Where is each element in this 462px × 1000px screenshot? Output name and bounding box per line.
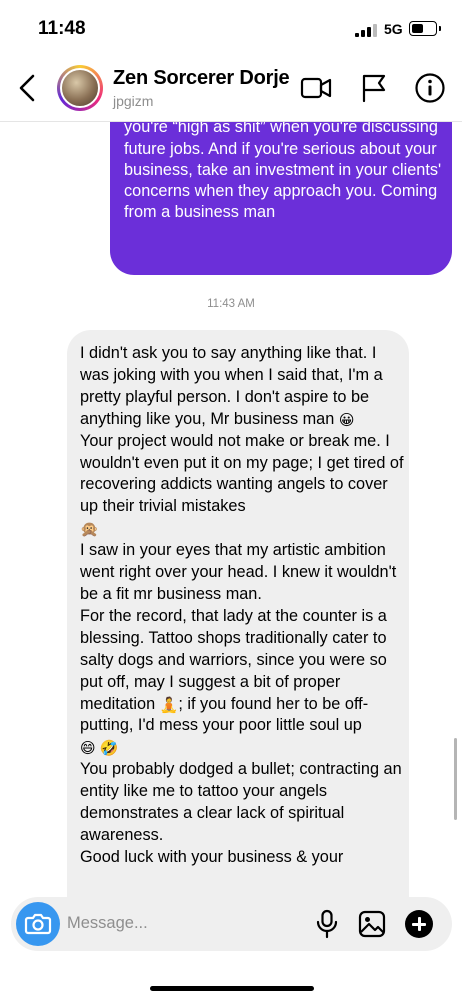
contact-handle[interactable]: jpgizm: [113, 93, 153, 109]
message-input[interactable]: Message...: [67, 914, 148, 933]
camera-icon: [24, 913, 52, 935]
signal-icon: [355, 24, 377, 37]
grinning-face-emoji: 😀: [338, 411, 355, 429]
home-indicator: [150, 986, 314, 991]
back-arrow-icon[interactable]: [14, 68, 44, 108]
scrollbar[interactable]: [454, 738, 457, 820]
message-paragraph: I saw in your eyes that my artistic ambi…: [80, 541, 397, 603]
contact-name[interactable]: Zen Sorcerer Dorje: [113, 67, 290, 90]
status-time: 11:48: [38, 18, 86, 39]
speak-no-evil-monkey-emoji: 🙊: [80, 521, 99, 539]
plus-icon[interactable]: [405, 910, 433, 938]
received-message-bubble[interactable]: I didn't ask you to say anything like th…: [67, 330, 409, 930]
message-paragraph: I didn't ask you to say anything like th…: [80, 344, 383, 428]
message-paragraph: Good luck with your business & your: [80, 847, 344, 866]
network-label: 5G: [384, 21, 403, 37]
laughing-emoji: 😄 🤣: [80, 740, 119, 758]
chat-header: Zen Sorcerer Dorje jpgizm: [0, 58, 462, 122]
meditation-emoji: 🧘: [159, 696, 179, 714]
video-camera-icon[interactable]: [299, 71, 333, 105]
received-message-text: I didn't ask you to say anything like th…: [80, 343, 404, 869]
flag-icon[interactable]: [356, 71, 390, 105]
message-paragraph: You probably dodged a bullet; contractin…: [80, 760, 402, 844]
message-paragraph: Your project would not make or break me.…: [80, 431, 404, 516]
info-icon[interactable]: [413, 71, 447, 105]
microphone-icon[interactable]: [314, 909, 340, 944]
image-icon[interactable]: [357, 909, 387, 944]
camera-button[interactable]: [16, 902, 60, 946]
battery-icon: [409, 21, 441, 36]
message-timestamp: 11:43 AM: [207, 298, 255, 310]
message-composer: Message...: [11, 897, 452, 951]
avatar[interactable]: [57, 65, 103, 111]
status-bar: 11:48 5G: [0, 0, 462, 58]
